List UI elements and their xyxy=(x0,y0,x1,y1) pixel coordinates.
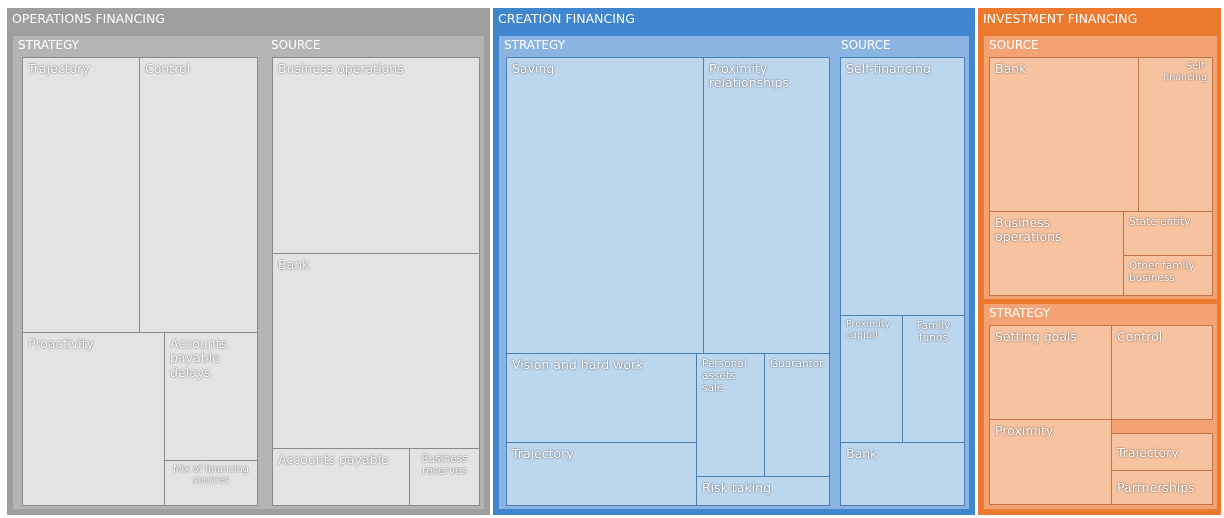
creation-strategy-vision-and-hard-work: Vision and hard work xyxy=(506,353,697,443)
investment-source-self-financing: Self-financing xyxy=(1138,57,1213,212)
operations-strategy-mix-of-financing-sources: Mix of financing sources xyxy=(164,460,258,506)
creation-source-family-funds: Family funds xyxy=(902,315,965,443)
creation-strategy-risk-taking: Risk taking xyxy=(696,476,830,506)
creation-strategy-saving: Saving xyxy=(506,57,704,354)
operations-strategy-trajectory: Trajectory xyxy=(22,57,140,333)
operations-strategy-title: STRATEGY xyxy=(18,38,80,52)
operations-source-group: SOURCE Business operations Bank Accounts… xyxy=(266,36,484,509)
investment-source-group: SOURCE Bank Self-financing Business oper… xyxy=(984,36,1217,299)
creation-strategy-group: STRATEGY Saving Proximity relationships … xyxy=(499,36,836,509)
investment-source-state-entity: State entity xyxy=(1123,211,1213,256)
operations-strategy-accounts-payable-delays: Accounts payable delays xyxy=(164,332,258,461)
investment-strategy-group: STRATEGY Setting goals Control Proximity… xyxy=(984,304,1217,509)
operations-source-title: SOURCE xyxy=(271,38,321,52)
investment-source-bank: Bank xyxy=(989,57,1139,212)
creation-financing-title: CREATION FINANCING xyxy=(498,11,635,26)
investment-source-other-family-business: Other family business xyxy=(1123,255,1213,296)
operations-source-business-reserves: Business reserves xyxy=(409,448,480,506)
investment-strategy-proximity: Proximity xyxy=(989,419,1112,505)
investment-financing-title: INVESTMENT FINANCING xyxy=(983,11,1138,26)
operations-strategy-control: Control xyxy=(139,57,258,333)
operations-financing-panel: OPERATIONS FINANCING STRATEGY Trajectory… xyxy=(7,8,490,515)
creation-strategy-proximity-relationships: Proximity relationships xyxy=(703,57,830,354)
investment-strategy-control: Control xyxy=(1111,325,1213,420)
investment-strategy-trajectory: Trajectory xyxy=(1111,433,1213,471)
operations-strategy-group: STRATEGY Trajectory Control Proactivity … xyxy=(13,36,266,509)
operations-source-accounts-payable: Accounts payable xyxy=(272,448,410,506)
creation-financing-panel: CREATION FINANCING STRATEGY Saving Proxi… xyxy=(493,8,975,515)
investment-financing-panel: INVESTMENT FINANCING SOURCE Bank Self-fi… xyxy=(978,8,1221,515)
creation-source-bank: Bank xyxy=(840,442,965,506)
creation-source-proximity-capital: Proximity capital xyxy=(840,315,903,443)
creation-source-group: SOURCE Self-financing Proximity capital … xyxy=(836,36,969,509)
operations-source-business-operations: Business operations xyxy=(272,57,480,254)
investment-source-title: SOURCE xyxy=(989,38,1039,52)
creation-source-title: SOURCE xyxy=(841,38,891,52)
creation-strategy-personal-assets-sale: Personal assets sale xyxy=(696,353,765,477)
investment-strategy-partnerships: Partnerships xyxy=(1111,470,1213,505)
investment-source-business-operations: Business operations xyxy=(989,211,1124,296)
creation-strategy-guarantor: Guarantor xyxy=(764,353,830,477)
operations-strategy-proactivity: Proactivity xyxy=(22,332,165,506)
operations-financing-title: OPERATIONS FINANCING xyxy=(12,11,166,26)
creation-source-self-financing: Self-financing xyxy=(840,57,965,316)
operations-source-bank: Bank xyxy=(272,253,480,449)
investment-strategy-title: STRATEGY xyxy=(989,306,1051,320)
creation-strategy-title: STRATEGY xyxy=(504,38,566,52)
investment-strategy-setting-goals: Setting goals xyxy=(989,325,1112,420)
creation-strategy-trajectory: Trajectory xyxy=(506,442,697,506)
